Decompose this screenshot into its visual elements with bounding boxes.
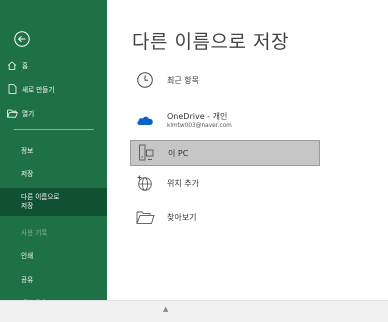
sidebar-item-label: 열기 [22,110,35,118]
onedrive-cloud-icon [135,110,155,130]
location-label: 위치 추가 [167,178,199,188]
new-document-icon [6,84,18,94]
sidebar-item-home[interactable]: 홈 [0,57,107,73]
location-this-pc[interactable]: 이 PC [130,140,320,166]
open-folder-icon [6,108,18,118]
sidebar-item-new[interactable]: 새로 만들기 [0,81,107,97]
sidebar-item-label: 새로 만들기 [22,86,55,94]
browse-folder-icon [135,207,155,227]
location-add-place[interactable]: 위치 추가 [130,170,320,196]
sidebar-item-label: 홈 [22,62,29,70]
location-browse[interactable]: 찾아보기 [130,204,320,230]
home-icon [6,60,18,70]
sidebar-divider [14,129,94,130]
location-onedrive[interactable]: OneDrive - 개인 kimtw003@naver.com [130,107,320,133]
clock-icon [135,70,155,90]
account-email: kimtw003@naver.com [167,123,232,129]
sidebar-item-share[interactable]: 공유 [0,271,107,287]
location-label: OneDrive - 개인 [167,112,228,121]
sidebar-item-history: 사용 기록 [21,229,48,237]
add-place-globe-icon [135,173,155,193]
page-title: 다른 이름으로 저장 [132,31,289,53]
sidebar-item-save-as[interactable]: 다른 이름으로 저장 [0,188,107,216]
sidebar-item-save[interactable]: 저장 [0,165,107,181]
location-label: 찾아보기 [167,212,197,222]
sidebar-item-print[interactable]: 인쇄 [0,247,107,263]
bottom-scroll-bar[interactable]: ▲ [0,300,388,322]
pc-icon [136,143,156,163]
back-arrow-circle-icon[interactable] [13,30,31,48]
sidebar-item-info[interactable]: 정보 [0,142,107,158]
backstage-sidebar: 홈 새로 만들기 열기 정보 저장 다른 이름으로 저장 사용 기록 인쇄 공유… [0,0,107,321]
location-recent[interactable]: 최근 항목 [130,67,320,93]
location-label: 이 PC [168,148,189,158]
save-as-panel: 다른 이름으로 저장 최근 항목 OneDrive - 개인 kimtw003@… [107,0,388,300]
sidebar-item-open[interactable]: 열기 [0,105,107,121]
location-label: 최근 항목 [167,75,199,85]
chevron-up-icon[interactable]: ▲ [163,305,168,313]
location-text: OneDrive - 개인 kimtw003@naver.com [167,111,232,129]
